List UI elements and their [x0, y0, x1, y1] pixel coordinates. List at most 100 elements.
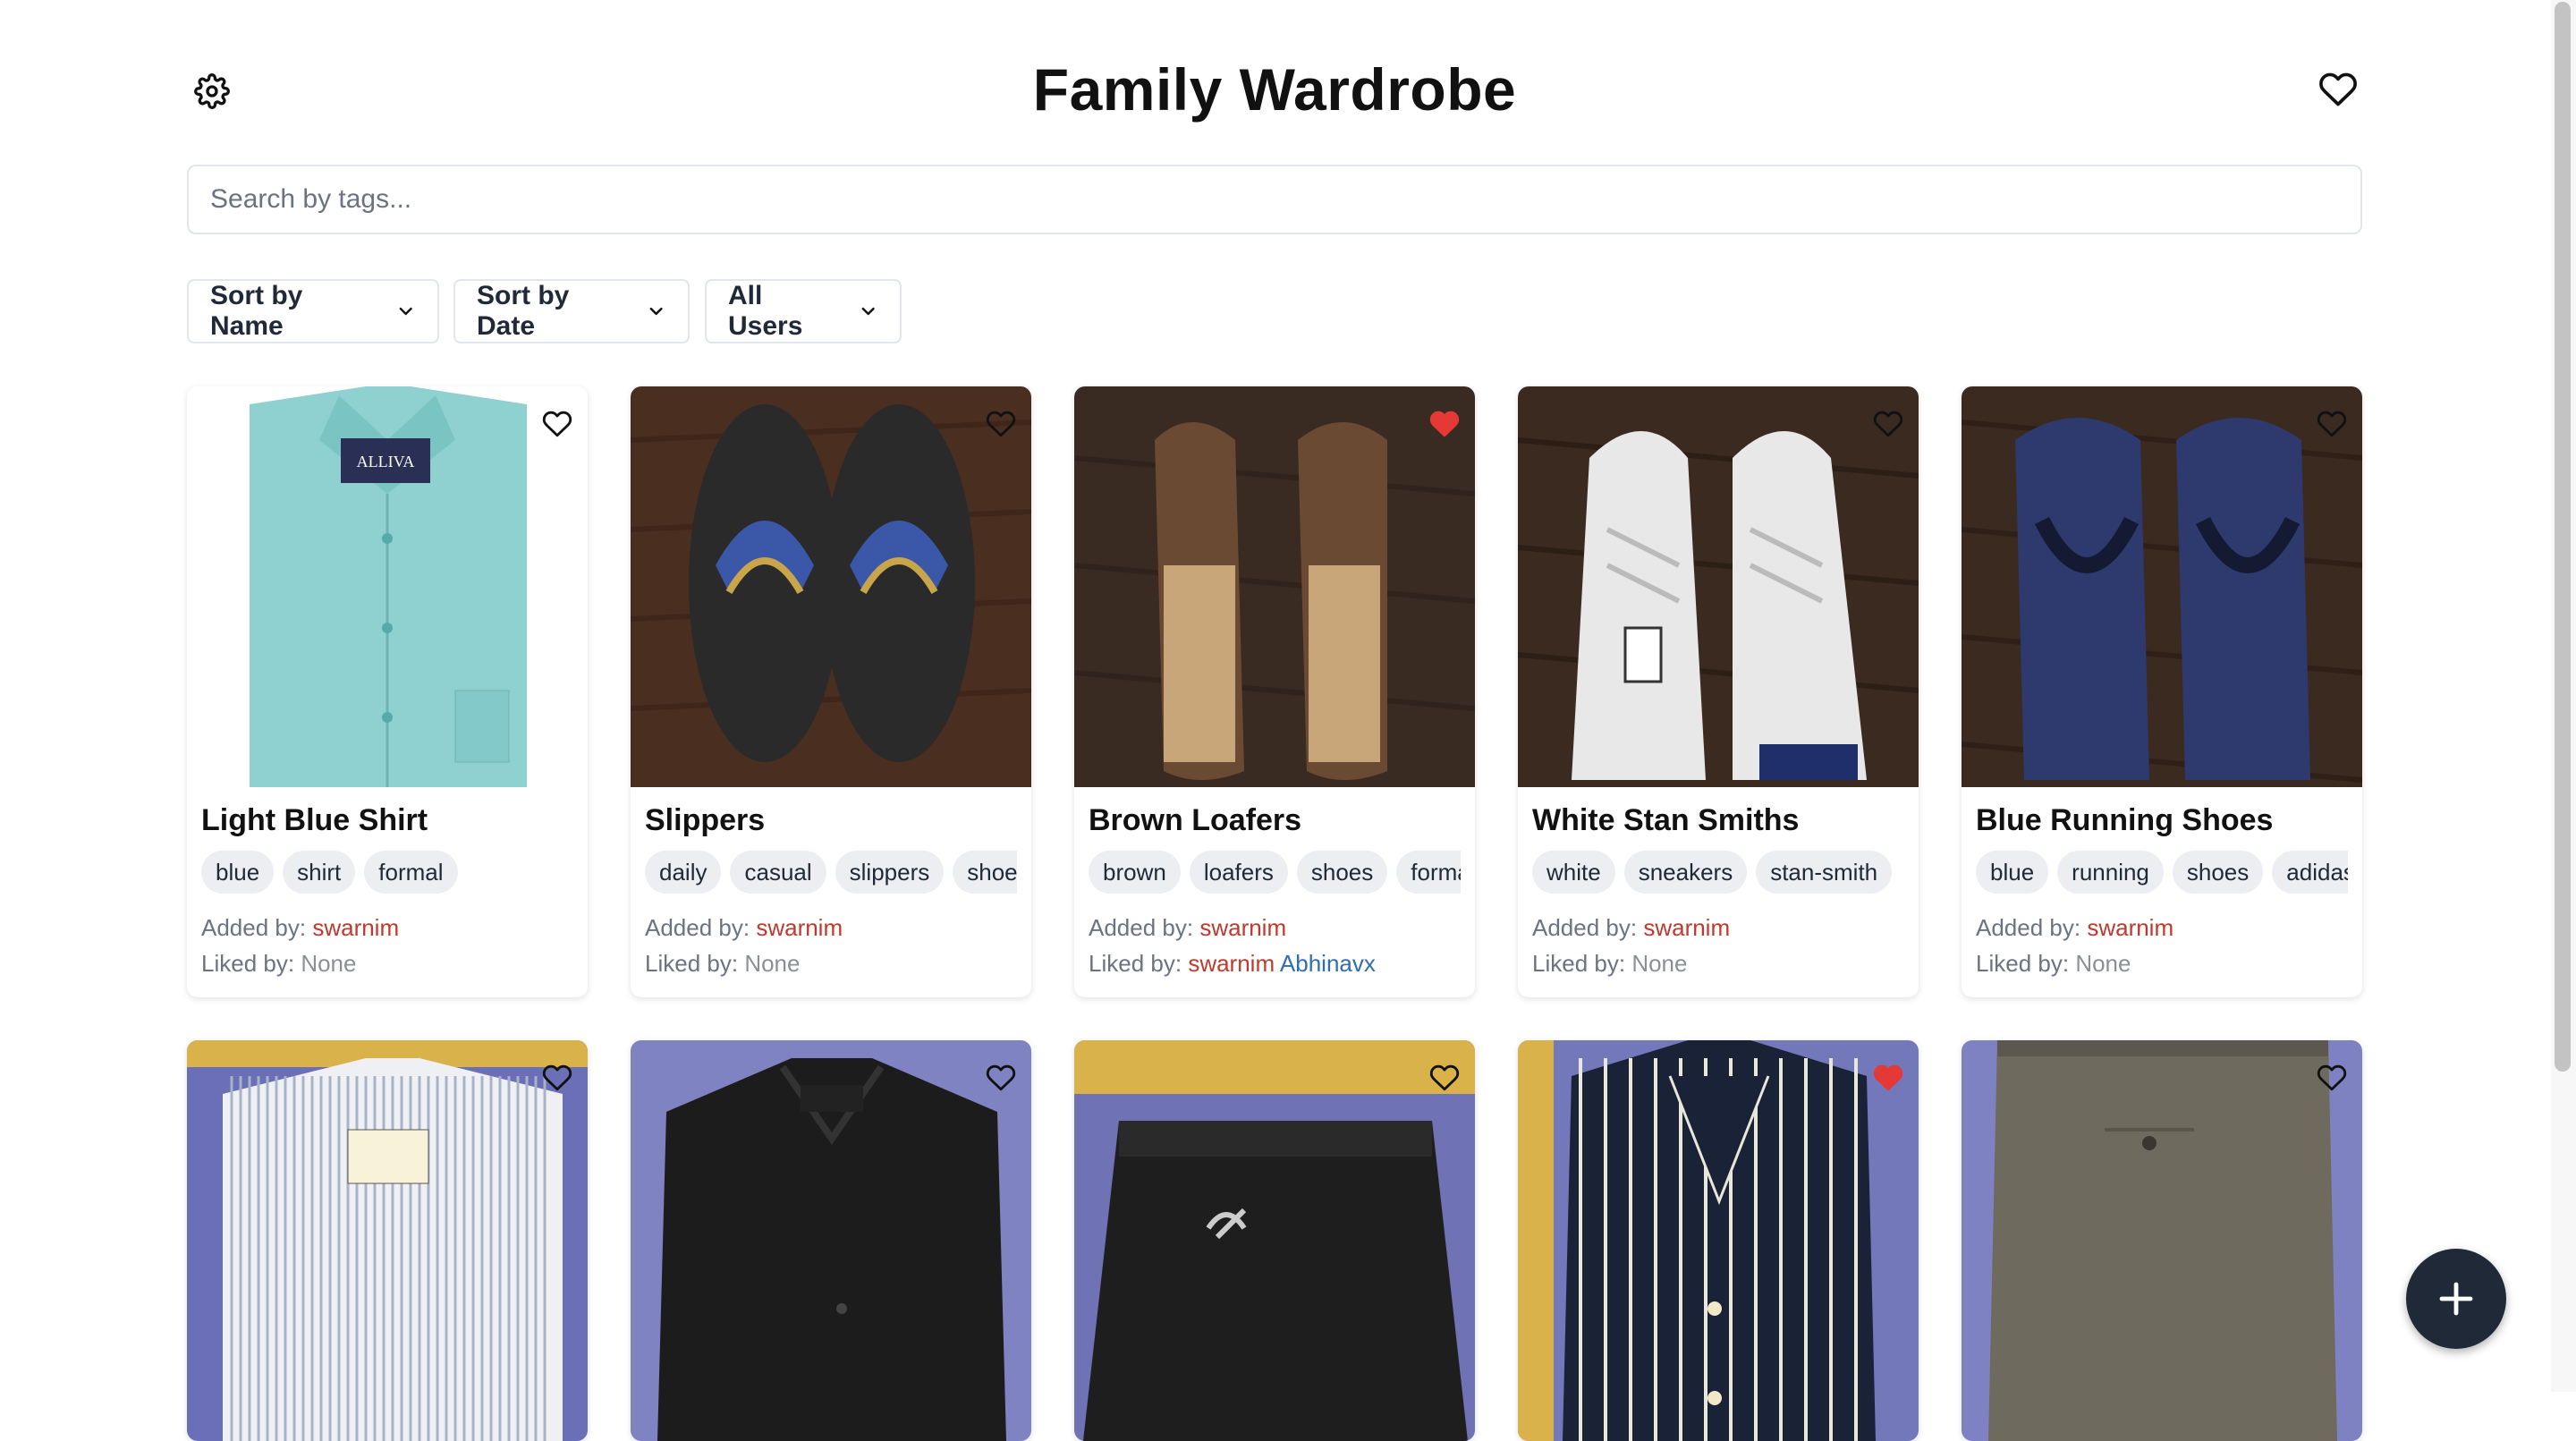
added-by-label: Added by: [201, 914, 307, 941]
tag-chip[interactable]: shoes [1296, 851, 1388, 894]
heart-filled-icon [1873, 1063, 1903, 1098]
tag-chip[interactable]: shirt [283, 851, 356, 894]
wardrobe-card[interactable]: Slippers dailycasualslippersshoes Added by… [631, 386, 1031, 997]
tag-chip[interactable]: shoes [2172, 851, 2264, 894]
liked-by-none: None [744, 950, 801, 977]
liked-by-user: Abhinavx [1279, 950, 1376, 977]
wardrobe-card[interactable] [1962, 1040, 2362, 1441]
tag-chip[interactable]: blue [1976, 851, 2049, 894]
user-filter-dropdown[interactable]: All Users [705, 279, 902, 343]
scrollbar[interactable] [2551, 0, 2576, 1392]
heart-filled-icon [1429, 409, 1460, 444]
wardrobe-card[interactable] [1074, 1040, 1475, 1441]
like-button[interactable] [539, 408, 575, 444]
heart-outline-icon [2317, 1063, 2347, 1098]
tag-chip[interactable]: slippers [835, 851, 945, 894]
added-by-user: swarnim [756, 914, 843, 941]
tag-chip[interactable]: brown [1089, 851, 1181, 894]
wardrobe-card[interactable]: Blue Running Shoes bluerunningshoesadidas… [1962, 386, 2362, 997]
tag-chip[interactable]: adidas [2272, 851, 2348, 894]
item-photo[interactable] [1074, 386, 1475, 787]
sort-by-date-dropdown[interactable]: Sort by Date [453, 279, 690, 343]
card-body: White Stan Smiths white sneakers stan-smith… [1518, 787, 1919, 997]
tag-list: white sneakers stan-smith [1532, 851, 1904, 895]
tag-chip[interactable]: loafers [1189, 851, 1288, 894]
favorites-button[interactable] [2315, 66, 2361, 113]
page-title: Family Wardrobe [1032, 56, 1517, 123]
item-photo[interactable] [1962, 386, 2362, 787]
liked-by-none: None [2075, 950, 2131, 977]
sort-by-name-label: Sort by Name [210, 281, 303, 341]
added-by-label: Added by: [1976, 914, 2081, 941]
liked-by-line: Liked by: swarnim Abhinavx [1089, 945, 1461, 981]
svg-text:ALLIVA: ALLIVA [357, 453, 415, 470]
wardrobe-card[interactable]: White Stan Smiths white sneakers stan-smith… [1518, 386, 1919, 997]
item-name: White Stan Smiths [1532, 803, 1800, 837]
item-photo[interactable] [1962, 1040, 2362, 1441]
tag-chip[interactable]: blue [201, 851, 275, 894]
item-photo[interactable] [187, 1040, 588, 1441]
card-body: Slippers dailycasualslippersshoes Added by… [631, 787, 1031, 997]
card-body: Brown Loafers brownloafersshoesformal Adde… [1074, 787, 1475, 997]
added-by-label: Added by: [1089, 914, 1194, 941]
item-name: Light Blue Shirt [201, 803, 428, 837]
tag-chip[interactable]: stan-smith [1756, 851, 1893, 894]
wardrobe-card[interactable]: ALLIVA Light Blue Shirt blue shirt formal Add… [187, 386, 588, 997]
heart-outline-icon [1873, 409, 1903, 444]
liked-by-line: Liked by: None [1976, 945, 2348, 981]
tag-list: bluerunningshoesadidas [1976, 851, 2348, 895]
heart-outline-icon [542, 409, 572, 444]
card-body: Light Blue Shirt blue shirt formal Added by:… [187, 787, 588, 997]
wardrobe-card[interactable] [631, 1040, 1031, 1441]
item-photo[interactable] [631, 1040, 1031, 1441]
heart-outline-icon [1429, 1063, 1460, 1098]
heart-outline-icon [542, 1063, 572, 1098]
tag-chip[interactable]: sneakers [1623, 851, 1748, 894]
item-photo[interactable] [1518, 1040, 1919, 1441]
tag-chip[interactable]: casual [730, 851, 826, 894]
tag-chip[interactable]: shoes [953, 851, 1017, 894]
tag-chip[interactable]: running [2057, 851, 2164, 894]
sort-by-date-label: Sort by Date [477, 281, 570, 341]
add-item-button[interactable] [2406, 1249, 2506, 1349]
app-page: Family Wardrobe Sort by Name Sort by Dat… [0, 0, 2576, 1441]
item-photo[interactable]: ALLIVA [187, 386, 588, 787]
added-by-line: Added by: swarnim [645, 910, 1017, 945]
added-by-line: Added by: swarnim [1976, 910, 2348, 945]
tag-chip[interactable]: formal [1396, 851, 1461, 894]
chevron-down-icon [399, 307, 412, 316]
like-button[interactable] [2314, 1062, 2350, 1098]
search-input[interactable] [187, 165, 2362, 234]
liked-by-line: Liked by: None [1532, 945, 1904, 981]
item-photo[interactable] [1518, 386, 1919, 787]
liked-by-user: swarnim [1188, 950, 1275, 977]
like-button[interactable] [539, 1062, 575, 1098]
tag-chip[interactable]: white [1532, 851, 1615, 894]
like-button[interactable] [1427, 408, 1462, 444]
added-by-line: Added by: swarnim [1089, 910, 1461, 945]
tag-chip[interactable]: daily [645, 851, 722, 894]
like-button[interactable] [983, 1062, 1019, 1098]
scrollbar-thumb[interactable] [2555, 2, 2571, 1072]
like-button[interactable] [1870, 408, 1906, 444]
user-filter-label: All Users [728, 281, 803, 341]
wardrobe-card[interactable] [187, 1040, 588, 1441]
liked-by-label: Liked by: [1089, 950, 1182, 977]
tag-chip[interactable]: formal [364, 851, 458, 894]
wardrobe-grid: ALLIVA Light Blue Shirt blue shirt formal Add… [187, 386, 2362, 1441]
like-button[interactable] [1870, 1062, 1906, 1098]
wardrobe-card[interactable]: Brown Loafers brownloafersshoesformal Adde… [1074, 386, 1475, 997]
like-button[interactable] [983, 408, 1019, 444]
heart-outline-icon [2317, 409, 2347, 444]
added-by-label: Added by: [645, 914, 750, 941]
like-button[interactable] [1427, 1062, 1462, 1098]
tag-list: brownloafersshoesformal [1089, 851, 1461, 895]
sort-by-name-dropdown[interactable]: Sort by Name [187, 279, 439, 343]
liked-by-none: None [301, 950, 357, 977]
tag-list: dailycasualslippersshoes [645, 851, 1017, 895]
item-photo[interactable] [1074, 1040, 1475, 1441]
wardrobe-card[interactable] [1518, 1040, 1919, 1441]
heart-outline-icon [986, 409, 1016, 444]
like-button[interactable] [2314, 408, 2350, 444]
item-photo[interactable] [631, 386, 1031, 787]
